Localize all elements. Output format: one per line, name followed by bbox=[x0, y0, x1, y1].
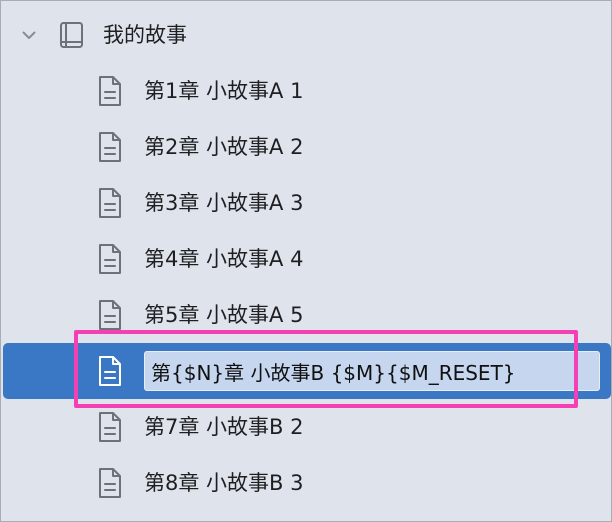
document-icon bbox=[97, 131, 123, 163]
document-icon bbox=[97, 467, 123, 499]
tree-item-4[interactable]: 第4章 小故事A 4 bbox=[1, 231, 611, 287]
document-icon bbox=[97, 187, 123, 219]
chevron-down-icon[interactable] bbox=[19, 25, 39, 45]
document-icon bbox=[97, 243, 123, 275]
tree-item-5[interactable]: 第5章 小故事A 5 bbox=[1, 287, 611, 343]
tree-root-row[interactable]: 我的故事 bbox=[1, 7, 611, 63]
tree-item-2[interactable]: 第2章 小故事A 2 bbox=[1, 119, 611, 175]
document-icon bbox=[97, 411, 123, 443]
tree-item-7[interactable]: 第7章 小故事B 2 bbox=[1, 399, 611, 455]
document-icon bbox=[97, 355, 123, 387]
tree-item-label: 第4章 小故事A 4 bbox=[144, 247, 304, 271]
tree-item-1[interactable]: 第1章 小故事A 1 bbox=[1, 63, 611, 119]
book-icon bbox=[56, 20, 86, 50]
tree-item-6-selected[interactable] bbox=[3, 343, 611, 399]
tree-item-label: 第1章 小故事A 1 bbox=[144, 79, 304, 103]
tree-item-label: 第3章 小故事A 3 bbox=[144, 191, 304, 215]
tree-root-label: 我的故事 bbox=[103, 23, 187, 47]
tree-item-label: 第7章 小故事B 2 bbox=[144, 415, 304, 439]
document-icon bbox=[97, 299, 123, 331]
tree-item-label: 第5章 小故事A 5 bbox=[144, 303, 304, 327]
rename-input[interactable] bbox=[144, 351, 600, 391]
document-icon bbox=[97, 75, 123, 107]
tree-item-8[interactable]: 第8章 小故事B 3 bbox=[1, 455, 611, 511]
tree-item-3[interactable]: 第3章 小故事A 3 bbox=[1, 175, 611, 231]
tree-item-label: 第2章 小故事A 2 bbox=[144, 135, 304, 159]
tree-item-label: 第8章 小故事B 3 bbox=[144, 471, 304, 495]
binder-sidebar: 我的故事 第1章 小故事A 1 第2章 小故事A 2 第3章 小故事A 3 第4… bbox=[0, 0, 612, 522]
